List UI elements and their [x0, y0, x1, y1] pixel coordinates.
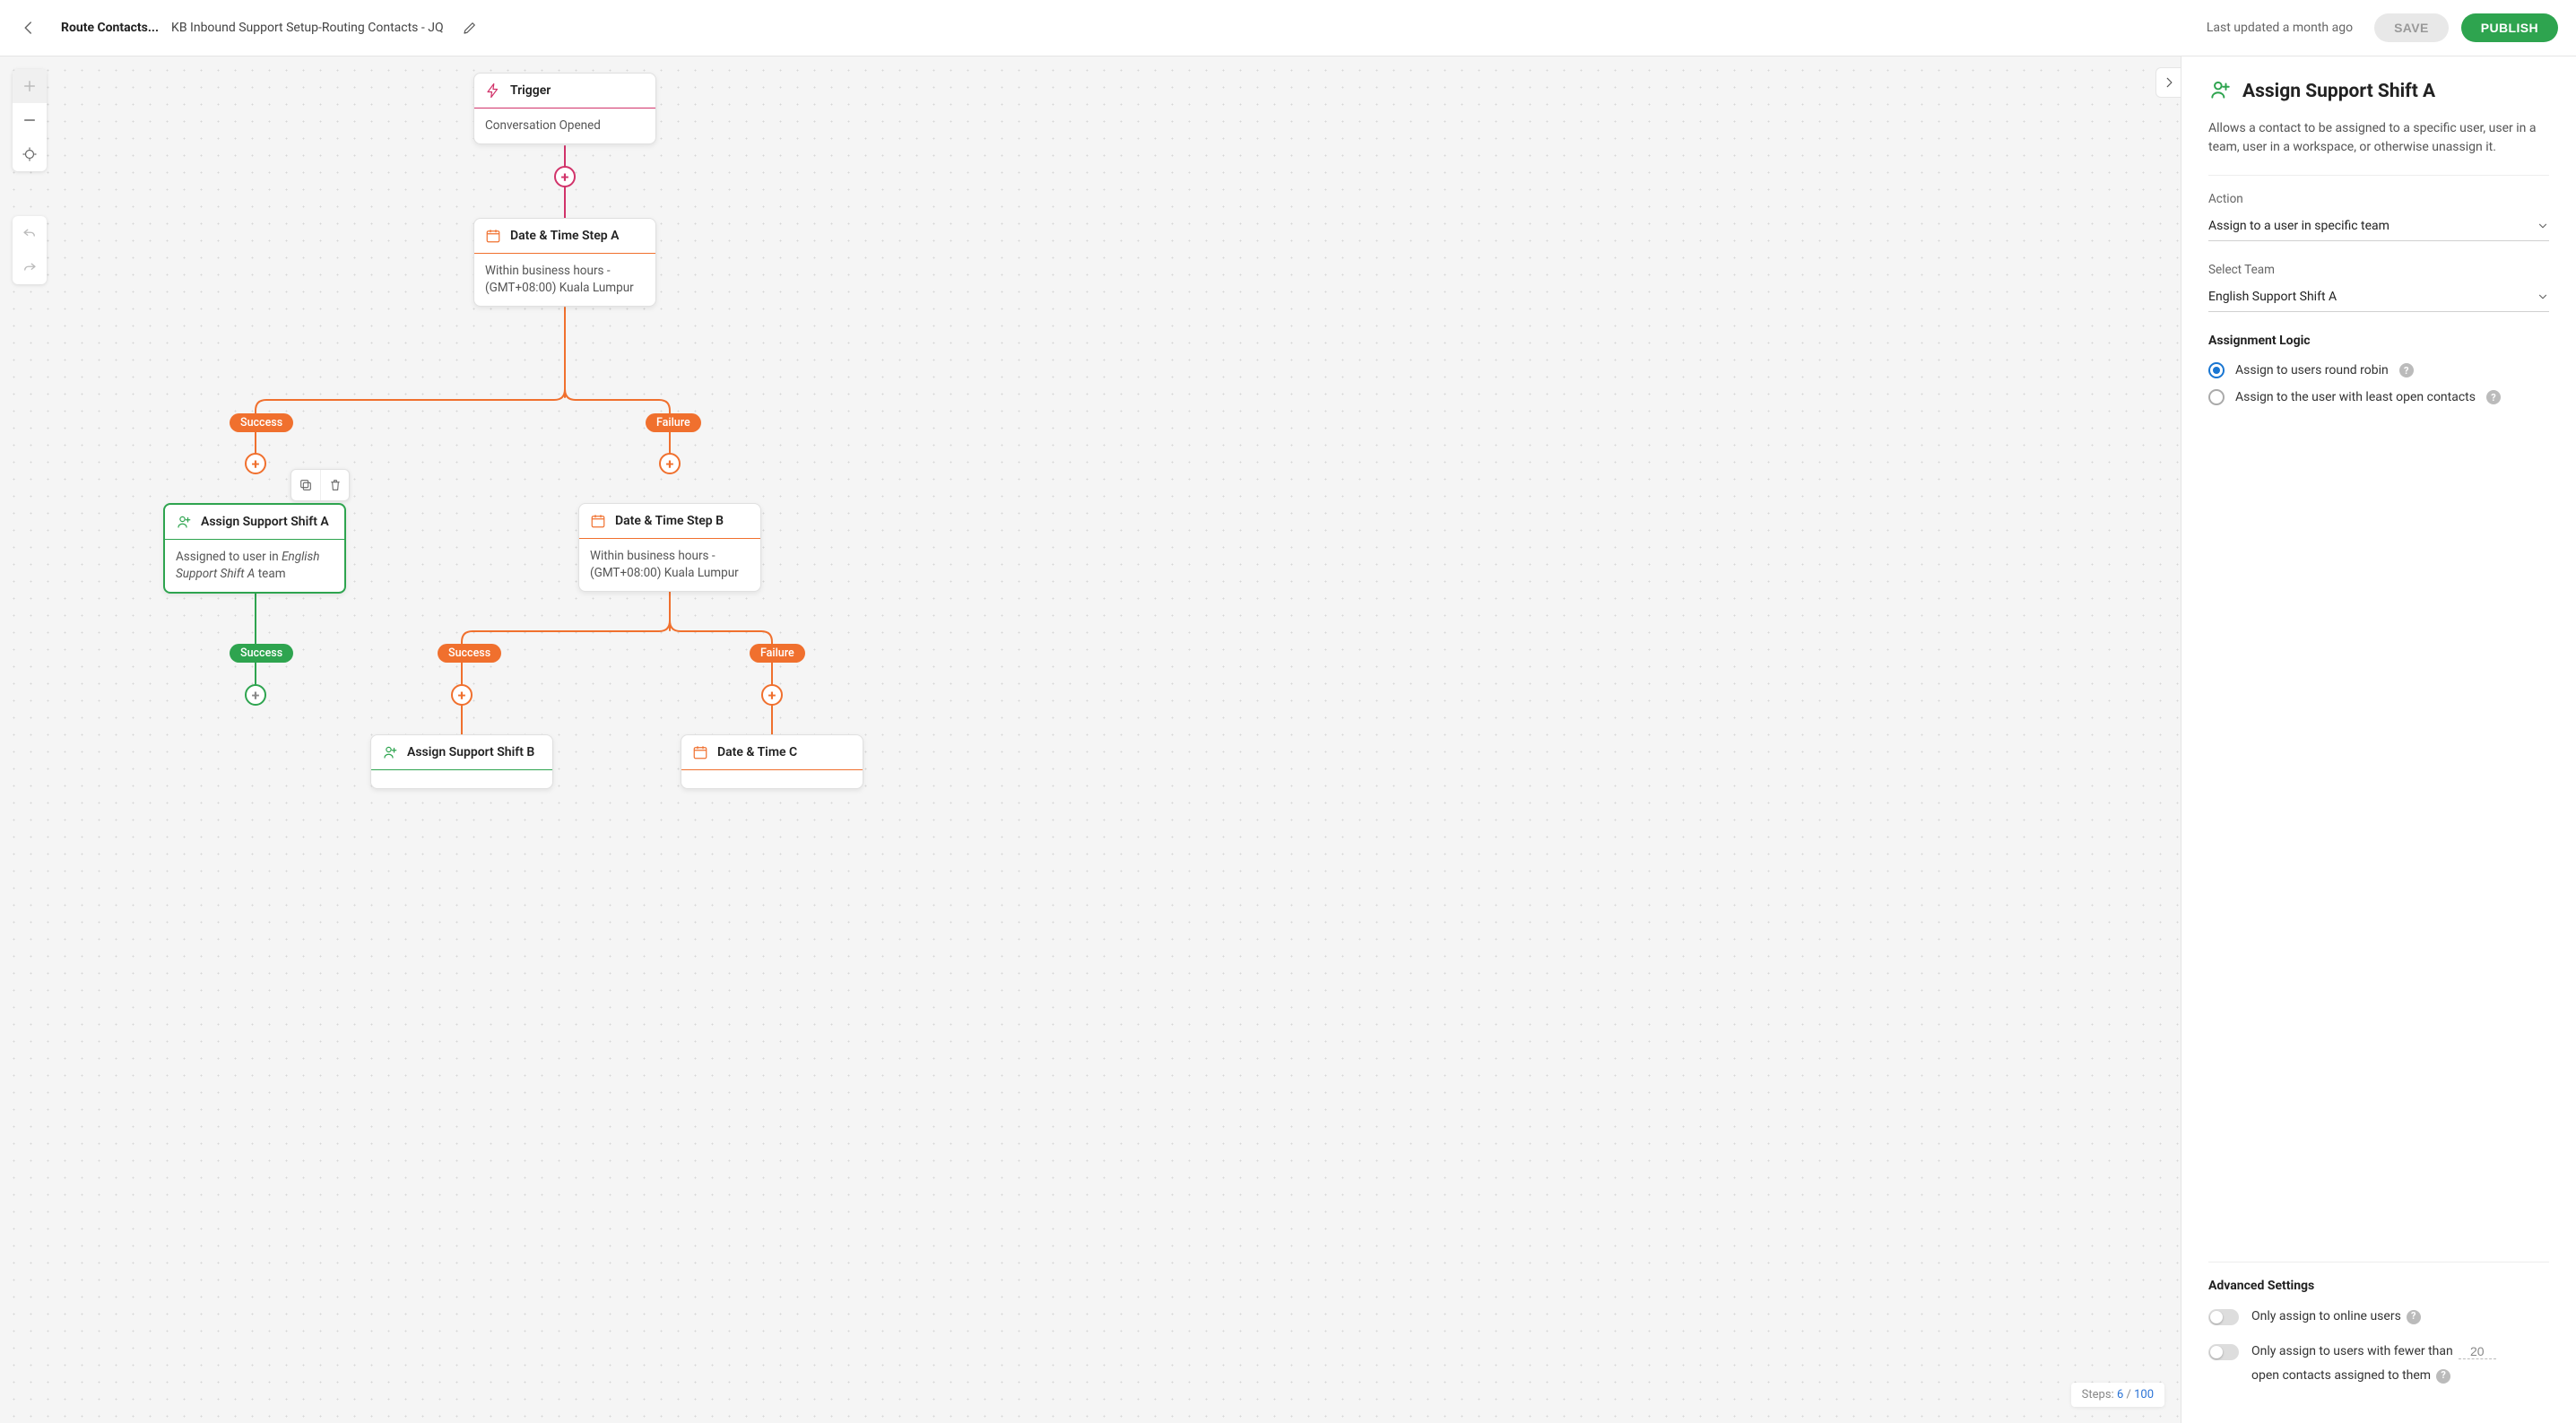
- toggle-label: Only assign to online users: [2251, 1307, 2401, 1326]
- team-label: Select Team: [2208, 263, 2549, 277]
- team-value: English Support Shift A: [2208, 290, 2337, 304]
- radio-input[interactable]: [2208, 362, 2225, 378]
- canvas-background: [0, 56, 2181, 1423]
- action-label: Action: [2208, 192, 2549, 206]
- toggle-switch[interactable]: [2208, 1344, 2239, 1360]
- radio-input[interactable]: [2208, 389, 2225, 405]
- node-body: Conversation Opened: [474, 108, 655, 143]
- node-date-a[interactable]: Date & Time Step A Within business hours…: [473, 218, 656, 307]
- node-title: Assign Support Shift B: [407, 745, 534, 759]
- edit-title-button[interactable]: [462, 20, 478, 36]
- copy-icon: [299, 478, 313, 492]
- toggle-online-users: Only assign to online users ?: [2208, 1307, 2549, 1326]
- node-date-b[interactable]: Date & Time Step B Within business hours…: [578, 503, 761, 592]
- chevron-down-icon: [2537, 220, 2549, 232]
- zoom-out-button[interactable]: [13, 103, 47, 137]
- radio-round-robin[interactable]: Assign to users round robin ?: [2208, 362, 2549, 378]
- collapse-sidebar-button[interactable]: [2155, 67, 2181, 98]
- plus-icon: [22, 78, 38, 94]
- lightning-icon: [485, 82, 501, 99]
- calendar-icon: [692, 744, 708, 760]
- add-step-button[interactable]: +: [451, 684, 473, 706]
- header-bar: Route Contacts... KB Inbound Support Set…: [0, 0, 2576, 56]
- success-pill: Success: [230, 644, 293, 663]
- workflow-subtitle: KB Inbound Support Setup-Routing Contact…: [171, 21, 444, 35]
- success-pill: Success: [230, 413, 293, 432]
- panel-title-row: Assign Support Shift A: [2208, 78, 2549, 105]
- panel-description: Allows a contact to be assigned to a spe…: [2208, 119, 2549, 157]
- node-title: Trigger: [510, 83, 551, 98]
- advanced-heading: Advanced Settings: [2208, 1279, 2549, 1293]
- radio-label: Assign to users round robin: [2235, 363, 2389, 377]
- properties-panel: Assign Support Shift A Allows a contact …: [2181, 56, 2576, 1423]
- duplicate-node-button[interactable]: [291, 470, 320, 500]
- node-trigger[interactable]: Trigger Conversation Opened: [473, 73, 656, 144]
- logic-heading: Assignment Logic: [2208, 334, 2549, 348]
- radio-least-open[interactable]: Assign to the user with least open conta…: [2208, 389, 2549, 405]
- toggle-fewer-contacts: Only assign to users with fewer than ope…: [2208, 1342, 2549, 1385]
- add-step-button[interactable]: +: [245, 684, 266, 706]
- recenter-button[interactable]: [13, 137, 47, 171]
- assign-user-icon: [2208, 78, 2232, 105]
- workflow-title: Route Contacts...: [61, 21, 159, 35]
- crosshair-icon: [22, 146, 38, 162]
- panel-title: Assign Support Shift A: [2242, 81, 2435, 102]
- help-icon[interactable]: ?: [2407, 1310, 2421, 1324]
- help-icon[interactable]: ?: [2486, 390, 2501, 404]
- pencil-icon: [462, 20, 478, 36]
- zoom-in-button[interactable]: [13, 69, 47, 103]
- undo-button[interactable]: [13, 216, 47, 250]
- success-pill: Success: [438, 644, 501, 663]
- steps-counter: Steps: 6 / 100: [2071, 1383, 2164, 1407]
- failure-pill: Failure: [750, 644, 805, 663]
- redo-button[interactable]: [13, 250, 47, 284]
- zoom-toolbox: [13, 69, 47, 171]
- toggle-label-pre: Only assign to users with fewer than: [2251, 1342, 2453, 1361]
- canvas-area[interactable]: Trigger Conversation Opened + Date & Tim…: [0, 56, 2181, 1423]
- arrow-left-icon: [21, 20, 37, 36]
- last-updated-text: Last updated a month ago: [2207, 21, 2353, 35]
- assign-user-icon: [176, 514, 192, 530]
- failure-pill: Failure: [646, 413, 701, 432]
- node-title: Date & Time Step A: [510, 229, 619, 243]
- add-step-button[interactable]: +: [554, 166, 576, 187]
- toggle-switch[interactable]: [2208, 1309, 2239, 1325]
- calendar-icon: [590, 513, 606, 529]
- node-title: Date & Time C: [717, 745, 797, 759]
- chevron-down-icon: [2537, 291, 2549, 303]
- team-select[interactable]: English Support Shift A: [2208, 284, 2549, 312]
- calendar-icon: [485, 228, 501, 244]
- undo-icon: [22, 225, 38, 241]
- node-body: Within business hours - (GMT+08:00) Kual…: [579, 539, 760, 591]
- divider: [2208, 175, 2549, 176]
- publish-button[interactable]: PUBLISH: [2461, 13, 2558, 42]
- minus-icon: [22, 112, 38, 128]
- chevron-right-icon: [2163, 76, 2175, 89]
- add-step-button[interactable]: +: [761, 684, 783, 706]
- assign-user-icon: [382, 744, 398, 760]
- radio-label: Assign to the user with least open conta…: [2235, 390, 2476, 404]
- history-toolbox: [13, 216, 47, 284]
- node-assign-b[interactable]: Assign Support Shift B: [370, 734, 553, 789]
- max-contacts-input[interactable]: [2459, 1344, 2496, 1359]
- save-button[interactable]: SAVE: [2374, 13, 2449, 42]
- node-body: Assigned to user in English Support Shif…: [165, 540, 344, 592]
- node-actions-popup: [291, 469, 350, 501]
- node-date-c[interactable]: Date & Time C: [681, 734, 863, 789]
- back-button[interactable]: [18, 17, 39, 39]
- node-title: Date & Time Step B: [615, 514, 724, 528]
- trash-icon: [328, 478, 343, 492]
- toggle-label-post: open contacts assigned to them: [2251, 1367, 2431, 1385]
- add-step-button[interactable]: +: [659, 453, 681, 474]
- node-title: Assign Support Shift A: [201, 515, 329, 529]
- redo-icon: [22, 259, 38, 275]
- help-icon[interactable]: ?: [2399, 363, 2414, 377]
- help-icon[interactable]: ?: [2436, 1369, 2450, 1384]
- add-step-button[interactable]: +: [245, 453, 266, 474]
- action-value: Assign to a user in specific team: [2208, 219, 2390, 233]
- action-select[interactable]: Assign to a user in specific team: [2208, 213, 2549, 241]
- node-body: Within business hours - (GMT+08:00) Kual…: [474, 254, 655, 306]
- node-assign-a[interactable]: Assign Support Shift A Assigned to user …: [163, 503, 346, 594]
- delete-node-button[interactable]: [320, 470, 349, 500]
